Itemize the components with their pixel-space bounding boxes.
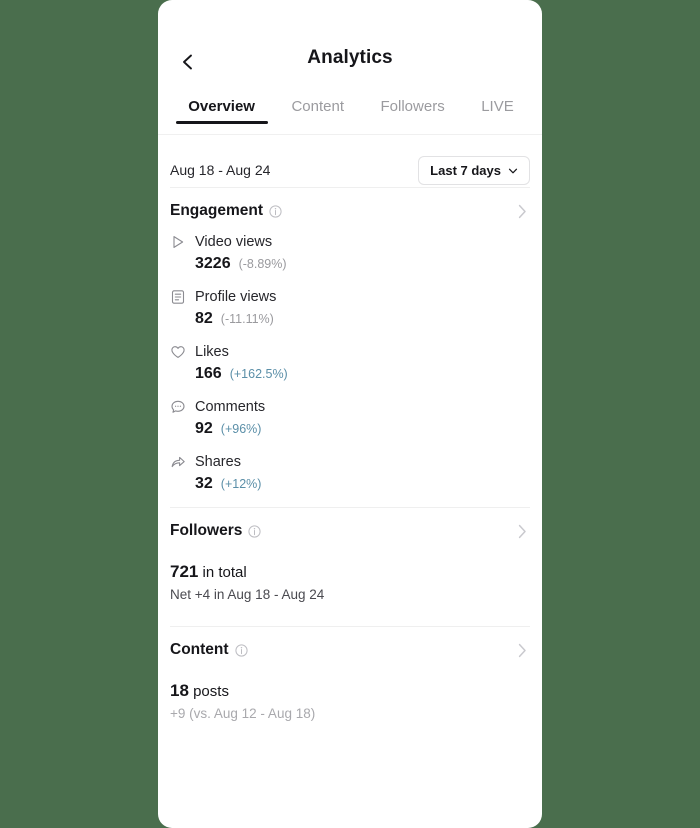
metric-label-row: Likes xyxy=(170,344,530,360)
metric-comments: Comments 92 (+96%) xyxy=(170,399,530,438)
metric-value-row: 82 (-11.11%) xyxy=(170,310,530,328)
metric-shares: Shares 32 (+12%) xyxy=(170,454,530,493)
metric-value: 92 xyxy=(195,420,213,437)
engagement-title: Engagement xyxy=(170,202,264,219)
metric-label-row: Shares xyxy=(170,454,530,470)
metric-change: (-8.89%) xyxy=(238,257,287,271)
engagement-metrics: Video views 3226 (-8.89%) Profile views xyxy=(170,234,530,507)
metric-value-row: 32 (+12%) xyxy=(170,475,530,493)
info-icon[interactable] xyxy=(248,524,261,538)
share-icon xyxy=(170,454,186,470)
date-bar: Aug 18 - Aug 24 Last 7 days xyxy=(158,135,542,187)
content-posts-suffix: posts xyxy=(188,683,229,700)
chevron-right-icon[interactable] xyxy=(518,204,527,219)
followers-total-row: 721 in total xyxy=(170,562,530,582)
followers-summary: 721 in total Net +4 in Aug 18 - Aug 24 xyxy=(170,554,530,626)
tab-followers-label: Followers xyxy=(380,98,445,115)
followers-total-suffix: in total xyxy=(198,564,247,581)
info-icon[interactable] xyxy=(269,204,282,218)
comment-icon xyxy=(170,399,186,415)
metric-name: Profile views xyxy=(195,289,277,305)
followers-header[interactable]: Followers xyxy=(170,508,530,554)
tab-overview[interactable]: Overview xyxy=(170,98,273,124)
metric-value: 32 xyxy=(195,475,213,492)
play-icon xyxy=(170,234,186,250)
engagement-section: Engagement Video views 3226 (-8.89%) Pro… xyxy=(158,188,542,507)
content-posts-value: 18 xyxy=(170,681,189,700)
metric-change: (+162.5%) xyxy=(229,367,288,381)
metric-label-row: Profile views xyxy=(170,289,530,305)
tab-bar: Overview Content Followers LIVE xyxy=(158,98,542,134)
engagement-header[interactable]: Engagement xyxy=(170,188,530,234)
metric-name: Likes xyxy=(195,344,229,360)
metric-name: Shares xyxy=(195,454,241,470)
metric-value: 3226 xyxy=(195,255,231,272)
date-range-label: Aug 18 - Aug 24 xyxy=(170,162,271,178)
content-summary: 18 posts +9 (vs. Aug 12 - Aug 18) xyxy=(170,673,530,745)
metric-video-views: Video views 3226 (-8.89%) xyxy=(170,234,530,273)
heart-icon xyxy=(170,344,186,360)
date-range-picker-label: Last 7 days xyxy=(430,162,501,178)
metric-value-row: 92 (+96%) xyxy=(170,420,530,438)
tab-content[interactable]: Content xyxy=(273,98,362,124)
metric-value: 166 xyxy=(195,365,222,382)
nav-bar: Analytics xyxy=(158,40,542,98)
metric-value: 82 xyxy=(195,310,213,327)
followers-title: Followers xyxy=(170,522,243,539)
metric-label-row: Comments xyxy=(170,399,530,415)
metric-value-row: 166 (+162.5%) xyxy=(170,365,530,383)
tab-live[interactable]: LIVE xyxy=(463,98,532,124)
profile-card-icon xyxy=(170,289,186,305)
tab-followers[interactable]: Followers xyxy=(362,98,463,124)
metric-profile-views: Profile views 82 (-11.11%) xyxy=(170,289,530,328)
active-tab-underline xyxy=(175,121,268,124)
analytics-screen: Analytics Overview Content Followers LIV… xyxy=(158,0,542,828)
content-posts-row: 18 posts xyxy=(170,681,530,701)
page-title: Analytics xyxy=(307,47,393,68)
chevron-down-icon xyxy=(508,165,518,175)
metric-label-row: Video views xyxy=(170,234,530,250)
content-comparison-text: +9 (vs. Aug 12 - Aug 18) xyxy=(170,706,316,721)
tab-live-label: LIVE xyxy=(481,98,514,115)
content-title: Content xyxy=(170,641,229,658)
tab-overview-label: Overview xyxy=(188,98,255,115)
metric-name: Video views xyxy=(195,234,273,250)
metric-likes: Likes 166 (+162.5%) xyxy=(170,344,530,383)
content-section: Content 18 posts +9 (vs. Aug 12 - Aug 18… xyxy=(158,627,542,745)
chevron-right-icon[interactable] xyxy=(518,643,527,658)
date-range-picker[interactable]: Last 7 days xyxy=(418,155,530,185)
metric-value-row: 3226 (-8.89%) xyxy=(170,255,530,273)
info-icon[interactable] xyxy=(234,643,248,657)
followers-total-value: 721 xyxy=(170,562,199,581)
metric-change: (+96%) xyxy=(220,422,262,436)
metric-change: (+12%) xyxy=(220,477,262,491)
content-header[interactable]: Content xyxy=(170,627,530,673)
tab-content-label: Content xyxy=(291,98,345,115)
followers-net-text: Net +4 in Aug 18 - Aug 24 xyxy=(170,587,325,602)
metric-change: (-11.11%) xyxy=(220,312,274,326)
followers-section: Followers 721 in total Net +4 in Aug 18 … xyxy=(158,508,542,626)
chevron-right-icon[interactable] xyxy=(518,524,527,539)
metric-name: Comments xyxy=(195,399,266,415)
